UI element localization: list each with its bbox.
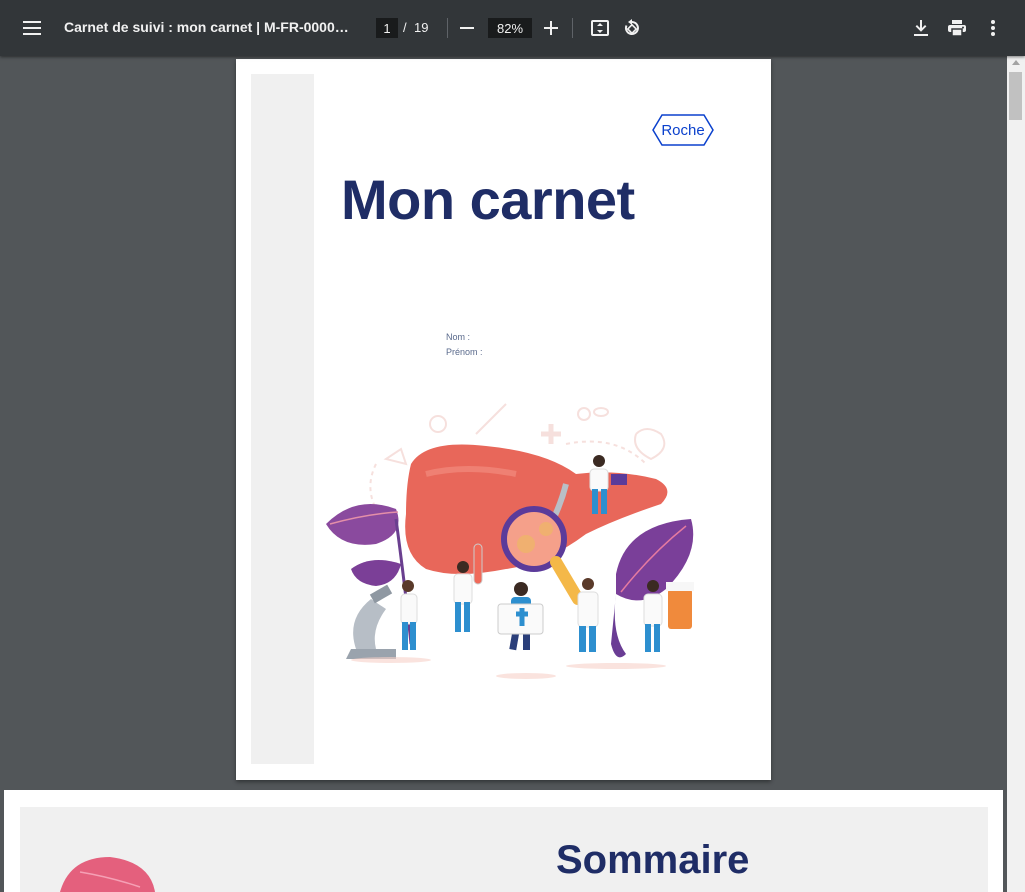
- toolbar-divider: [447, 18, 448, 38]
- print-icon[interactable]: [941, 12, 973, 44]
- menu-icon[interactable]: [16, 12, 48, 44]
- toolbar-divider: [572, 18, 573, 38]
- zoom-level-input[interactable]: [488, 18, 532, 38]
- fit-to-page-icon[interactable]: [584, 12, 616, 44]
- page-number-input[interactable]: [376, 18, 398, 38]
- pdf-toolbar: Carnet de suivi : mon carnet | M-FR-0000…: [0, 0, 1025, 56]
- firstname-label: Prénom :: [446, 347, 483, 357]
- zoom-out-icon[interactable]: [451, 12, 483, 44]
- roche-logo: Roche: [652, 114, 714, 146]
- more-vert-icon[interactable]: [977, 12, 1009, 44]
- page-title: Mon carnet: [341, 168, 635, 231]
- page-side-strip: [251, 74, 314, 764]
- scroll-up-arrow-icon[interactable]: [1012, 60, 1020, 65]
- document-title: Carnet de suivi : mon carnet | M-FR-0000…: [64, 19, 356, 35]
- name-label: Nom :: [446, 332, 471, 342]
- download-icon[interactable]: [905, 12, 937, 44]
- liver-illustration: [326, 403, 694, 679]
- rotate-icon[interactable]: [616, 12, 648, 44]
- roche-logo-text: Roche: [661, 122, 705, 139]
- page-header-band: [20, 807, 988, 892]
- scroll-thumb[interactable]: [1009, 72, 1022, 120]
- zoom-in-icon[interactable]: [535, 12, 567, 44]
- leaf-illustration: [60, 857, 155, 892]
- pdf-page-2: Sommaire: [4, 790, 1003, 892]
- section-title: Sommaire: [556, 838, 750, 882]
- vertical-scrollbar[interactable]: [1007, 56, 1025, 892]
- pdf-page-1: Roche Mon carnet Nom : Prénom :: [236, 59, 771, 780]
- page-separator: /: [403, 20, 407, 35]
- page-total: 19: [414, 20, 429, 35]
